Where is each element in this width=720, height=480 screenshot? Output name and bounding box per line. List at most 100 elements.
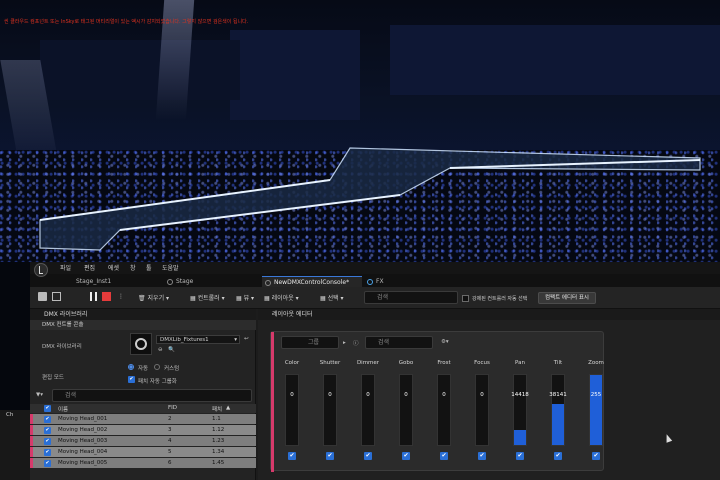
compact-editor-button[interactable]: 컴팩트 에디터 표시 [538,292,596,304]
browse-icon[interactable] [52,292,61,301]
layout-editor-panel: 레이아웃 에디터 그룹 ▸ ⓘ 검색 ⚙▾ Color 0 ✔ Shutter 0 ✔ Di… [258,309,720,480]
auto-select-label: 강제된 컨트롤러 자동 선택 [472,296,528,302]
group-name-field[interactable]: 그룹 [281,336,339,349]
radio-auto-label: 자동 [138,366,149,372]
menu-window[interactable]: 창 [130,263,136,272]
fader-dimmer[interactable]: Dimmer 0 ✔ [353,358,383,462]
fader-value[interactable]: 38141 [543,392,573,398]
table-row[interactable]: ✔ Moving Head_004 5 1.34 [30,447,256,457]
tab-stage[interactable]: Stage [164,276,260,287]
fader-value[interactable]: 0 [467,392,497,398]
controller-button[interactable]: ▦ 컨트롤러 ▾ [190,293,225,302]
level-viewport[interactable]: 씬 클라우드 컴포넌트 또는 InSky로 태그된 머티리얼이 있는 액시가 감… [0,0,720,262]
fader-focus[interactable]: Focus 0 ✔ [467,358,497,462]
fader-zoom[interactable]: Zoom 255 ✔ [581,358,611,462]
fader-enable-checkbox[interactable]: ✔ [516,452,524,460]
tab-dmx-control-console[interactable]: NewDMXControlConsole* [262,276,362,287]
fader-value[interactable]: 0 [277,392,307,398]
fader-pan[interactable]: Pan 14418 ✔ [505,358,535,462]
group-search-input[interactable]: 검색 [365,336,433,349]
fader-frost[interactable]: Frost 0 ✔ [429,358,459,462]
menu-edit[interactable]: 편집 [84,263,95,272]
layout-button[interactable]: ▦ 레이아웃 ▾ [264,293,299,302]
column-name[interactable]: 이름 [58,405,68,413]
clear-button[interactable]: 🗑 지우기 ▾ [138,293,169,302]
use-selected-icon[interactable]: ⊖ [158,347,163,353]
fader-value[interactable]: 14418 [505,392,535,398]
fader-track[interactable] [551,374,565,446]
menu-asset[interactable]: 에셋 [108,263,119,272]
table-row[interactable]: ✔ Moving Head_002 3 1.12 [30,425,256,435]
gear-icon[interactable]: ⚙▾ [441,339,449,345]
fader-track[interactable] [437,374,451,446]
filter-icon[interactable]: ▼▾ [36,392,43,398]
library-thumbnail[interactable] [130,333,152,355]
fader-value[interactable]: 0 [391,392,421,398]
menu-tools[interactable]: 툴 [146,263,152,272]
view-button[interactable]: ▦ 뷰 ▾ [236,293,254,302]
fader-enable-checkbox[interactable]: ✔ [364,452,372,460]
toolbar-search-input[interactable]: 검색 [364,291,458,304]
fader-shutter[interactable]: Shutter 0 ✔ [315,358,345,462]
unreal-logo-icon[interactable] [34,263,48,277]
fader-color[interactable]: Color 0 ✔ [277,358,307,462]
fader-track[interactable] [475,374,489,446]
row-checkbox[interactable]: ✔ [44,459,51,467]
more-icon[interactable]: ⋮ [118,293,124,300]
fader-enable-checkbox[interactable]: ✔ [402,452,410,460]
row-checkbox[interactable]: ✔ [44,415,51,423]
fader-enable-checkbox[interactable]: ✔ [592,452,600,460]
browse-icon[interactable]: 🔍 [168,347,175,353]
fader-track[interactable] [323,374,337,446]
library-dropdown[interactable]: DMXLib_Fixtures1 ▾ [156,335,240,344]
row-checkbox[interactable]: ✔ [44,426,51,434]
fader-value[interactable]: 0 [353,392,383,398]
fader-value[interactable]: 0 [429,392,459,398]
expand-arrow-icon[interactable]: ▸ [343,340,346,346]
fader-enable-checkbox[interactable]: ✔ [326,452,334,460]
left-edge-panel: Ch [0,410,30,480]
fader-value[interactable]: 0 [315,392,345,398]
tab-fx[interactable]: FX [364,276,404,287]
fader-track[interactable] [589,374,603,446]
fixture-list: ✔ Moving Head_001 2 1.1 ✔ Moving Head_002 3 1.… [30,413,256,480]
section-header[interactable]: DMX 컨트롤 콘솔 [30,320,256,330]
side-tab[interactable]: Ch [6,412,13,418]
pause-icon[interactable] [90,292,97,301]
tab-stage-inst1[interactable]: Stage_Inst1 [64,276,164,287]
select-button[interactable]: ▦ 선택 ▾ [320,293,344,302]
table-row[interactable]: ✔ Moving Head_003 4 1.23 [30,436,256,446]
fader-track[interactable] [361,374,375,446]
stop-icon[interactable] [102,292,111,301]
table-row[interactable]: ✔ Moving Head_001 2 1.1 [30,414,256,424]
radio-custom[interactable] [154,364,160,370]
auto-select-checkbox[interactable] [462,295,469,302]
save-icon[interactable] [38,292,47,301]
row-checkbox[interactable]: ✔ [44,437,51,445]
fader-label: Dimmer [356,360,380,366]
browse-back-icon[interactable]: ↩ [244,336,249,342]
fader-track[interactable] [399,374,413,446]
row-checkbox[interactable]: ✔ [44,448,51,456]
fader-enable-checkbox[interactable]: ✔ [288,452,296,460]
fader-enable-checkbox[interactable]: ✔ [478,452,486,460]
fader-enable-checkbox[interactable]: ✔ [554,452,562,460]
column-fid[interactable]: FID [168,405,177,411]
fader-value[interactable]: 255 [581,392,611,398]
menu-help[interactable]: 도움말 [162,263,179,272]
auto-group-checkbox[interactable]: ✔ [128,376,135,383]
fader-enable-checkbox[interactable]: ✔ [440,452,448,460]
toolbar: ⋮ 🗑 지우기 ▾ ▦ 컨트롤러 ▾ ▦ 뷰 ▾ ▦ 레이아웃 ▾ ▦ 선택 ▾… [30,287,720,309]
library-search-input[interactable]: 검색 [52,389,252,402]
menu-file[interactable]: 파일 [60,263,71,272]
fader-track[interactable] [285,374,299,446]
fader-tilt[interactable]: Tilt 38141 ✔ [543,358,573,462]
column-patch[interactable]: 패치 [212,405,222,413]
fader-track[interactable] [513,374,527,446]
info-icon[interactable]: ⓘ [353,339,359,347]
radio-auto[interactable] [128,364,134,370]
select-all-checkbox[interactable]: ✔ [44,405,51,412]
fader-gobo[interactable]: Gobo 0 ✔ [391,358,421,462]
fader-group[interactable]: 그룹 ▸ ⓘ 검색 ⚙▾ Color 0 ✔ Shutter 0 ✔ Dimmer 0 ✔ Gob… [270,331,604,472]
table-row[interactable]: ✔ Moving Head_005 6 1.45 [30,458,256,468]
